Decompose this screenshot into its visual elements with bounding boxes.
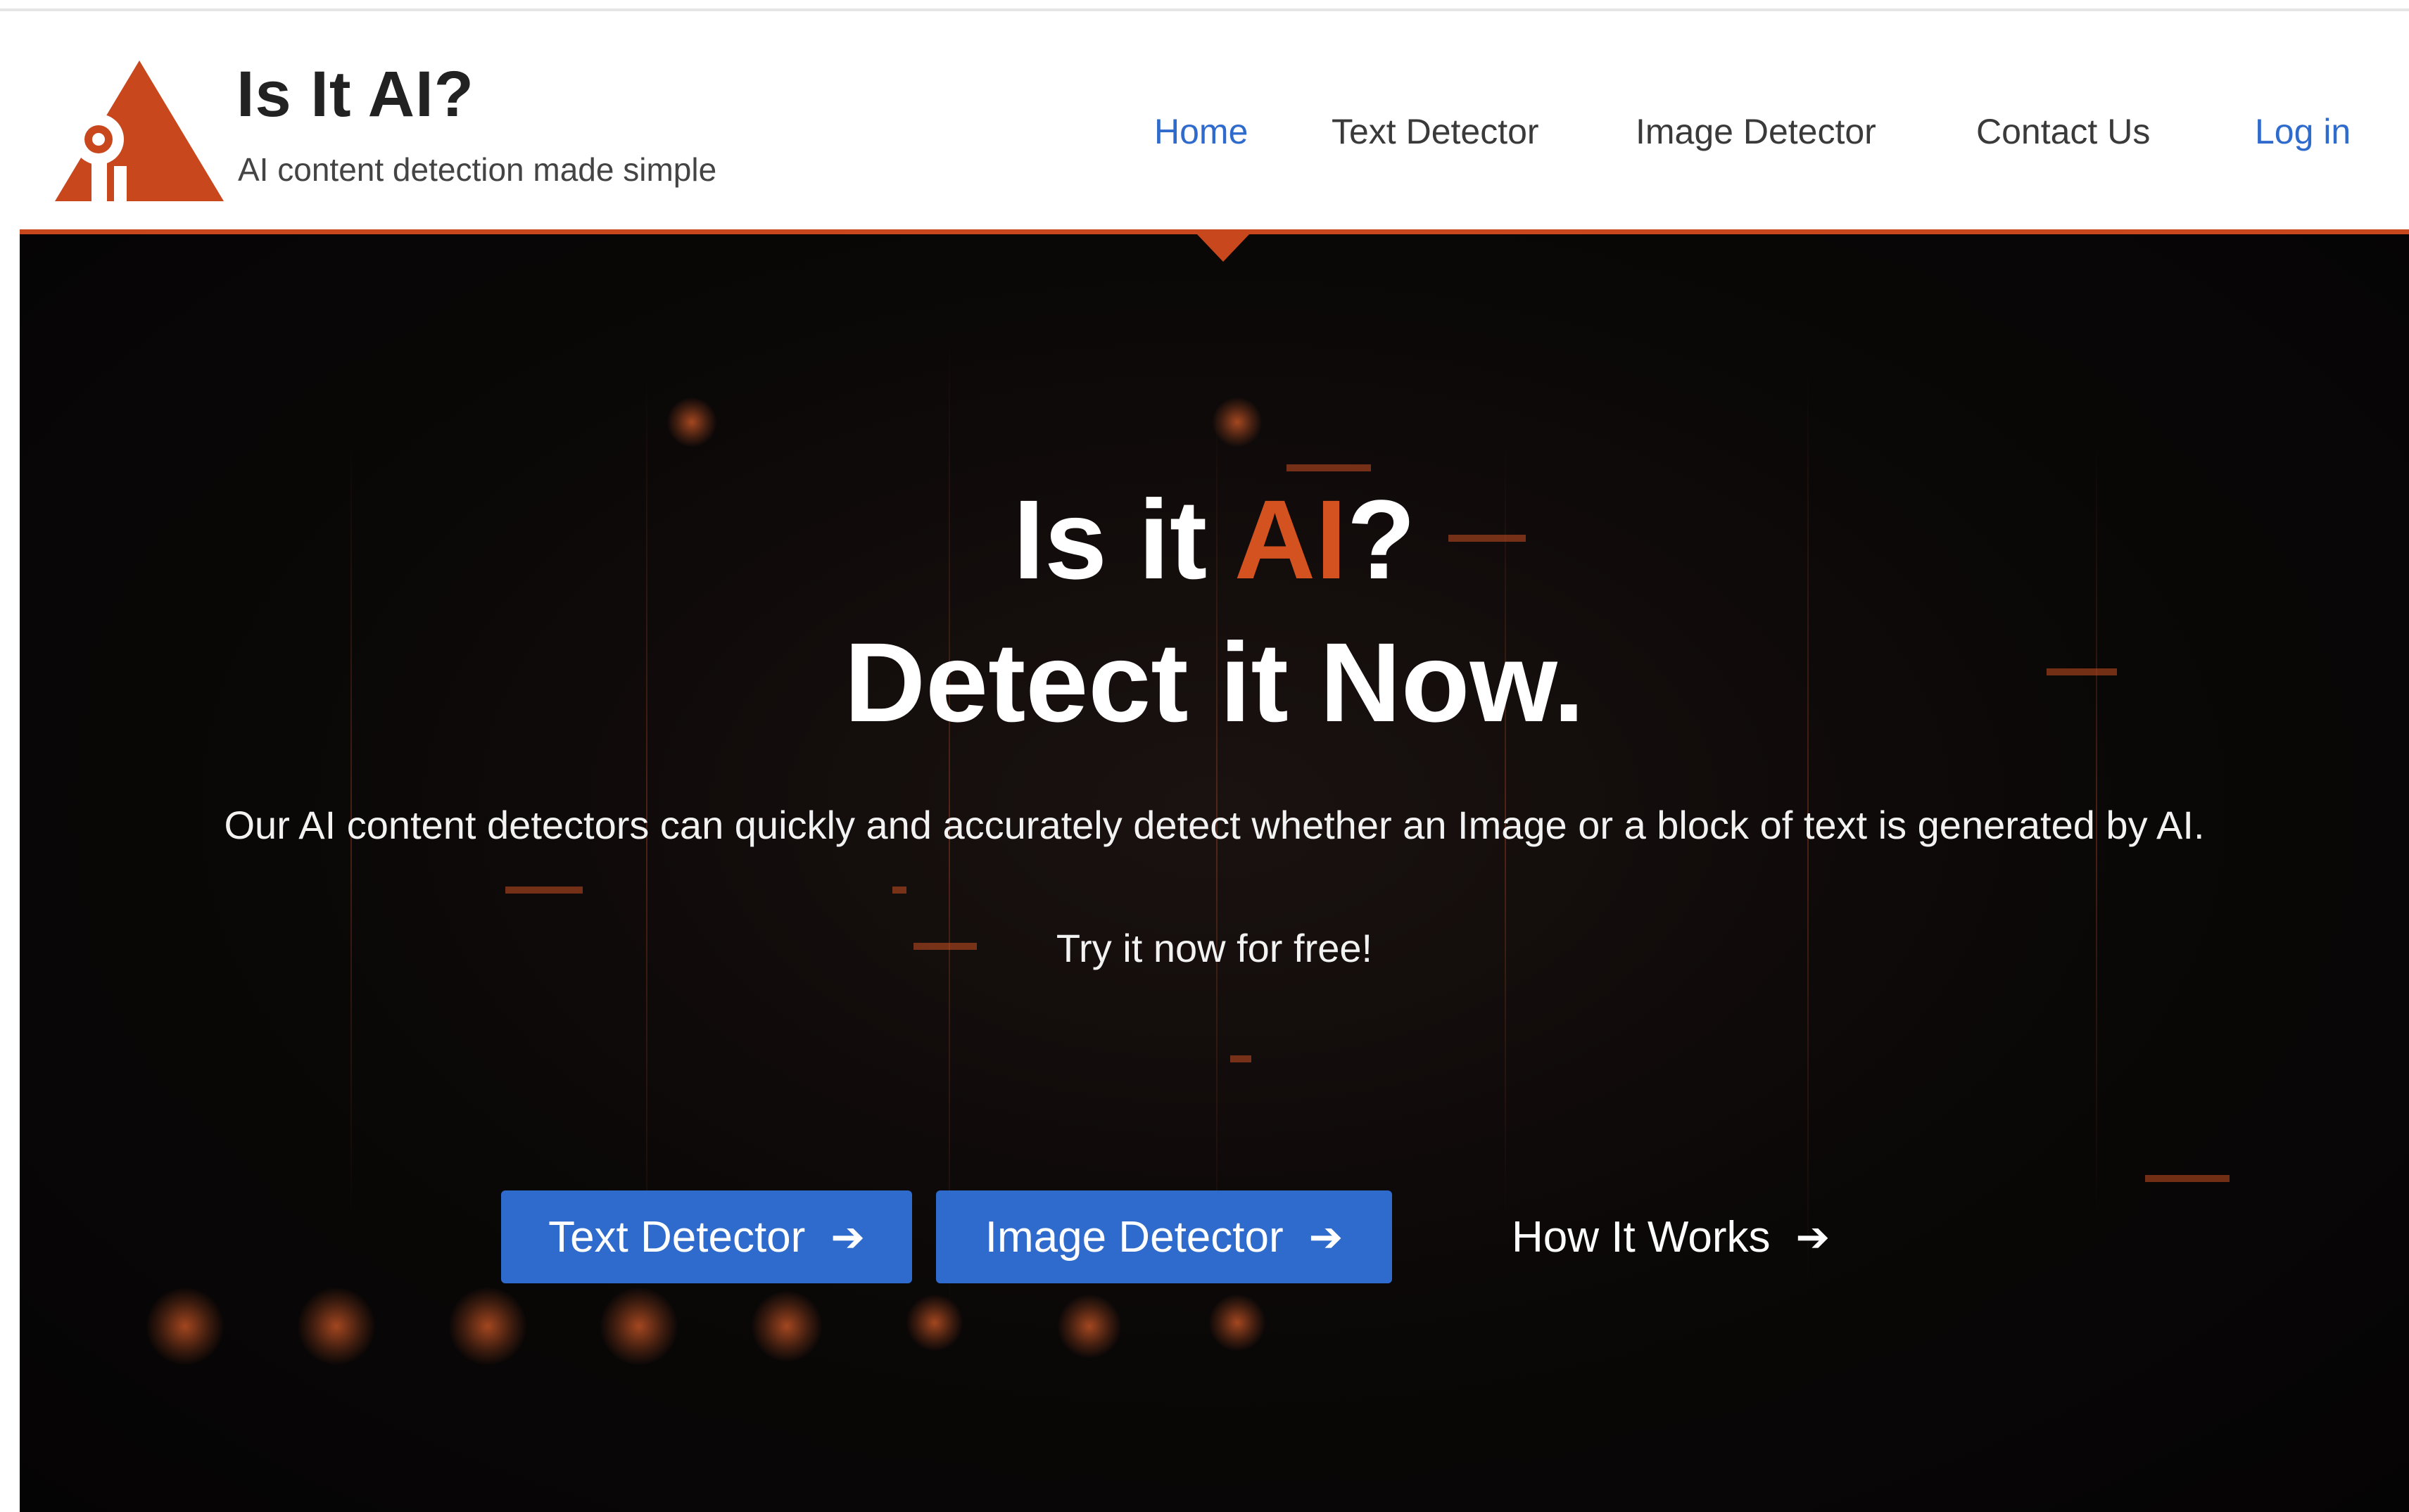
hero-title-prefix: Is it <box>1013 476 1234 602</box>
hero-title-accent: AI <box>1234 476 1347 602</box>
active-nav-notch <box>1196 234 1250 262</box>
arrow-right-icon: ➔ <box>1795 1214 1831 1260</box>
arrow-right-icon: ➔ <box>1308 1214 1343 1260</box>
site-header: Is It AI? AI content detection made simp… <box>20 13 2409 232</box>
page: Is It AI? AI content detection made simp… <box>0 0 2409 1512</box>
text-detector-button-label: Text Detector <box>548 1212 806 1262</box>
hero-description: Our AI content detectors can quickly and… <box>224 803 2205 847</box>
nav-log-in[interactable]: Log in <box>2255 111 2351 152</box>
arrow-right-icon: ➔ <box>830 1214 865 1260</box>
hero-title-line2: Detect it Now. <box>844 619 1585 745</box>
nav-home[interactable]: Home <box>1154 111 1248 152</box>
text-detector-button[interactable]: Text Detector ➔ <box>501 1190 912 1283</box>
hero-title-line1: Is it AI? <box>20 475 2409 604</box>
hero-title-suffix: ? <box>1346 476 1416 602</box>
how-it-works-link[interactable]: How It Works ➔ <box>1512 1190 1830 1283</box>
hero-section: Is it AI? Detect it Now. Our AI content … <box>20 232 2409 1512</box>
nav-text-detector[interactable]: Text Detector <box>1332 111 1539 152</box>
hero-cta-text: Try it now for free! <box>1056 926 1373 970</box>
main-nav: Home Text Detector Image Detector Contac… <box>20 111 2409 160</box>
top-divider <box>0 8 2409 11</box>
nav-image-detector[interactable]: Image Detector <box>1636 111 1876 152</box>
how-it-works-label: How It Works <box>1512 1212 1771 1262</box>
nav-contact-us[interactable]: Contact Us <box>1976 111 2150 152</box>
image-detector-button-label: Image Detector <box>985 1212 1284 1262</box>
image-detector-button[interactable]: Image Detector ➔ <box>936 1190 1392 1283</box>
